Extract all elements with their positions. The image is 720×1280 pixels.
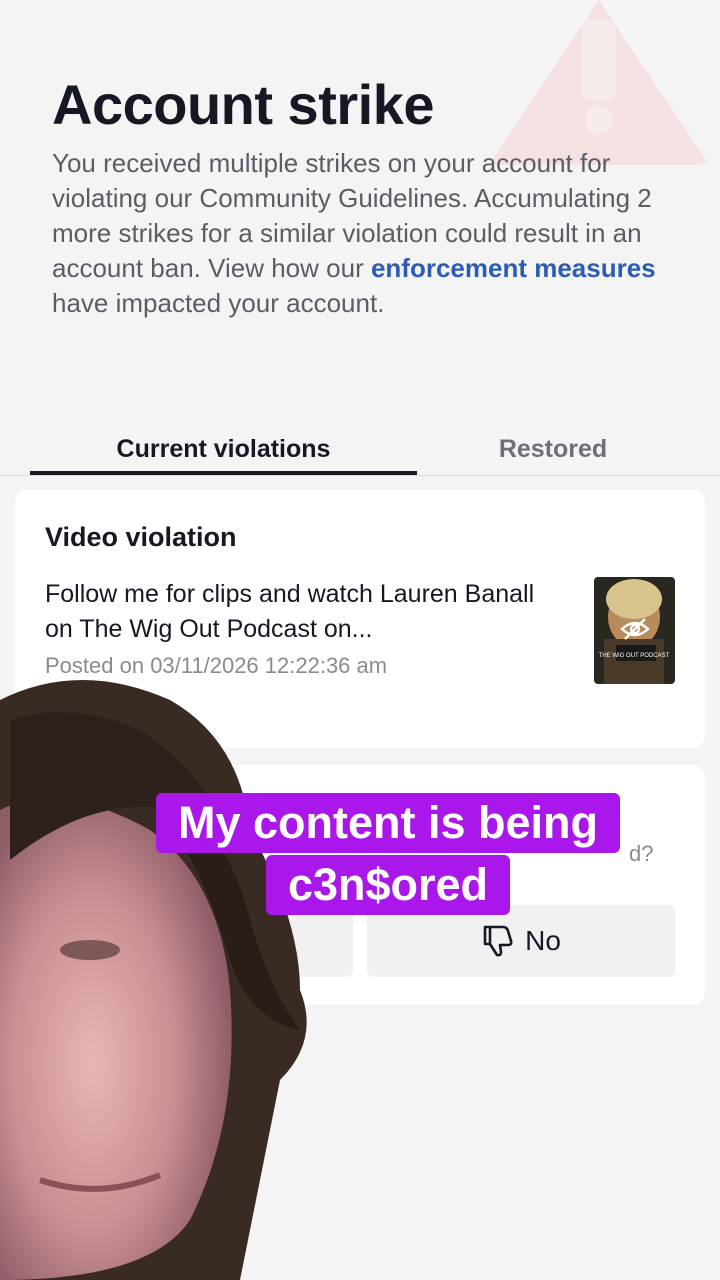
thumbs-down-icon [483, 925, 513, 957]
caption-line-1: My content is being [155, 793, 621, 853]
video-description: Follow me for clips and watch Lauren Ban… [45, 580, 535, 643]
page-title: Account strike [52, 73, 435, 136]
no-label: No [525, 925, 561, 956]
enforcement-measures-link[interactable]: enforcement measures [371, 253, 656, 283]
video-caption: My content is being c3n$ored [138, 793, 638, 915]
thumbnail-label: THE WIG OUT PODCAST [599, 653, 670, 659]
violation-tabs: Current violations Restored [0, 425, 720, 476]
tab-restored[interactable]: Restored [417, 435, 689, 464]
video-thumbnail[interactable]: THE WIG OUT PODCAST [594, 577, 675, 684]
creator-webcam-overlay [0, 680, 307, 1280]
caption-line-2: c3n$ored [265, 855, 511, 915]
violation-title: Video violation [45, 522, 237, 552]
active-tab-indicator [30, 471, 417, 475]
hidden-eye-icon [620, 618, 650, 640]
tab-current-violations[interactable]: Current violations [30, 435, 417, 464]
description-text-end: have impacted your account. [52, 288, 385, 318]
no-button[interactable]: No [367, 905, 675, 977]
warning-icon [492, 0, 706, 165]
strike-description: You received multiple strikes on your ac… [52, 146, 682, 321]
